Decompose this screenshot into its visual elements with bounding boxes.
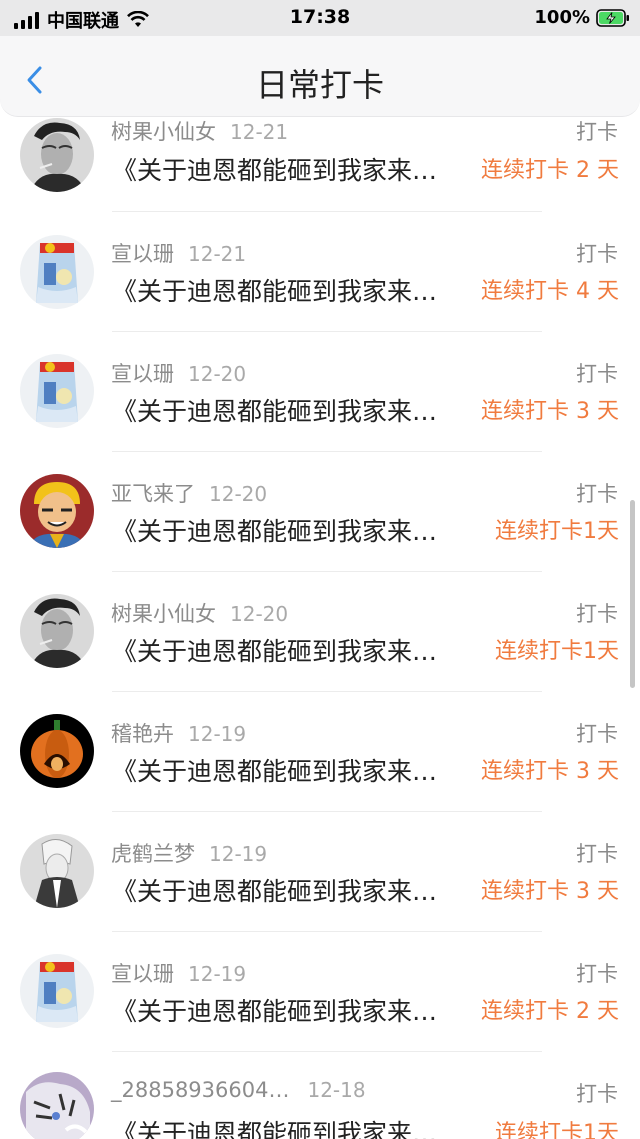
battery-charging-icon — [596, 8, 629, 27]
streak-badge: 连续打卡 4 天 — [481, 279, 619, 304]
user-name[interactable]: 稽艳卉 12-19 — [111, 718, 246, 748]
bw-portrait-avatar-icon — [20, 594, 94, 668]
category-tag: 打卡 — [576, 242, 618, 266]
divider — [112, 1051, 542, 1052]
post-date: 12-19 — [209, 842, 268, 866]
chips-bag-avatar-icon — [20, 354, 94, 428]
scrollbar[interactable] — [630, 500, 635, 688]
category-tag: 打卡 — [576, 120, 618, 144]
list-item[interactable]: 虎鹤兰梦 12-19 打卡 《关于迪恩都能砸到我家来… 连续打卡 3 天 — [0, 816, 640, 936]
post-date: 12-21 — [188, 242, 247, 266]
user-name[interactable]: 宣以珊 12-21 — [111, 238, 246, 268]
list-item[interactable]: 亚飞来了 12-20 打卡 《关于迪恩都能砸到我家来… 连续打卡1天 — [0, 456, 640, 576]
avatar[interactable] — [20, 354, 94, 428]
nav-header: 日常打卡 — [0, 36, 640, 117]
streak-badge: 连续打卡 2 天 — [481, 999, 619, 1024]
avatar[interactable] — [20, 714, 94, 788]
user-name[interactable]: 宣以珊 12-20 — [111, 358, 246, 388]
divider — [112, 451, 542, 452]
post-title[interactable]: 《关于迪恩都能砸到我家来… — [112, 992, 476, 1028]
post-title[interactable]: 《关于迪恩都能砸到我家来… — [112, 272, 476, 308]
list-item[interactable]: 宣以珊 12-21 打卡 《关于迪恩都能砸到我家来… 连续打卡 4 天 — [0, 216, 640, 336]
post-date: 12-20 — [209, 482, 268, 506]
category-tag: 打卡 — [576, 1082, 618, 1106]
post-title[interactable]: 《关于迪恩都能砸到我家来… — [112, 632, 476, 668]
divider — [112, 571, 542, 572]
streak-badge: 连续打卡1天 — [495, 519, 619, 544]
divider — [112, 931, 542, 932]
chips-bag-avatar-icon — [20, 954, 94, 1028]
category-tag: 打卡 — [576, 842, 618, 866]
post-date: 12-20 — [188, 362, 247, 386]
cartoon-man-avatar-icon — [20, 474, 94, 548]
user-name[interactable]: 虎鹤兰梦 12-19 — [111, 838, 267, 868]
avatar[interactable] — [20, 1072, 94, 1139]
post-date: 12-21 — [230, 120, 289, 144]
chips-bag-avatar-icon — [20, 235, 94, 309]
status-bar: 中国联通 17:38 100% — [0, 0, 640, 36]
post-date: 12-20 — [230, 602, 289, 626]
streak-badge: 连续打卡1天 — [495, 1121, 619, 1139]
category-tag: 打卡 — [576, 962, 618, 986]
tiger-avatar-icon — [20, 1072, 94, 1139]
category-tag: 打卡 — [576, 362, 618, 386]
user-name[interactable]: _28858936604… 12-18 — [111, 1078, 366, 1102]
divider — [112, 211, 542, 212]
user-name[interactable]: 亚飞来了 12-20 — [111, 478, 267, 508]
category-tag: 打卡 — [576, 602, 618, 626]
list-item[interactable]: 稽艳卉 12-19 打卡 《关于迪恩都能砸到我家来… 连续打卡 3 天 — [0, 696, 640, 816]
category-tag: 打卡 — [576, 482, 618, 506]
category-tag: 打卡 — [576, 722, 618, 746]
avatar[interactable] — [20, 594, 94, 668]
avatar[interactable] — [20, 235, 94, 309]
post-title[interactable]: 《关于迪恩都能砸到我家来… — [112, 1114, 476, 1139]
post-date: 12-19 — [188, 962, 247, 986]
post-title[interactable]: 《关于迪恩都能砸到我家来… — [112, 752, 476, 788]
bw-portrait-avatar-icon — [20, 118, 94, 192]
status-right: 100% — [534, 7, 630, 28]
user-name[interactable]: 宣以珊 12-19 — [111, 958, 246, 988]
streak-badge: 连续打卡1天 — [495, 639, 619, 664]
user-name[interactable]: 树果小仙女 12-20 — [111, 598, 288, 628]
page-title: 日常打卡 — [255, 66, 384, 104]
divider — [112, 811, 542, 812]
battery-percent: 100% — [534, 7, 590, 28]
streak-badge: 连续打卡 3 天 — [481, 879, 619, 904]
divider — [112, 331, 542, 332]
list-item[interactable]: 树果小仙女 12-20 打卡 《关于迪恩都能砸到我家来… 连续打卡1天 — [0, 576, 640, 696]
avatar[interactable] — [20, 954, 94, 1028]
divider — [112, 691, 542, 692]
avatar[interactable] — [20, 834, 94, 908]
post-title[interactable]: 《关于迪恩都能砸到我家来… — [112, 151, 476, 187]
checkin-feed[interactable]: 树果小仙女 12-21 打卡 《关于迪恩都能砸到我家来… 连续打卡 2 天 宣以珊… — [0, 116, 640, 1139]
pumpkin-avatar-icon — [20, 714, 94, 788]
list-item[interactable]: 宣以珊 12-20 打卡 《关于迪恩都能砸到我家来… 连续打卡 3 天 — [0, 336, 640, 456]
post-title[interactable]: 《关于迪恩都能砸到我家来… — [112, 392, 476, 428]
avatar[interactable] — [20, 118, 94, 192]
list-item[interactable]: 宣以珊 12-19 打卡 《关于迪恩都能砸到我家来… 连续打卡 2 天 — [0, 936, 640, 1056]
post-date: 12-18 — [307, 1078, 366, 1102]
post-title[interactable]: 《关于迪恩都能砸到我家来… — [112, 872, 476, 908]
avatar[interactable] — [20, 474, 94, 548]
post-title[interactable]: 《关于迪恩都能砸到我家来… — [112, 512, 476, 548]
streak-badge: 连续打卡 3 天 — [481, 759, 619, 784]
post-date: 12-19 — [188, 722, 247, 746]
user-name[interactable]: 树果小仙女 12-21 — [111, 116, 288, 146]
anime-figure-avatar-icon — [20, 834, 94, 908]
list-item[interactable]: 树果小仙女 12-21 打卡 《关于迪恩都能砸到我家来… 连续打卡 2 天 — [0, 116, 640, 216]
list-item[interactable]: _28858936604… 12-18 打卡 《关于迪恩都能砸到我家来… 连续打卡… — [0, 1056, 640, 1139]
streak-badge: 连续打卡 3 天 — [481, 399, 619, 424]
streak-badge: 连续打卡 2 天 — [481, 158, 619, 183]
